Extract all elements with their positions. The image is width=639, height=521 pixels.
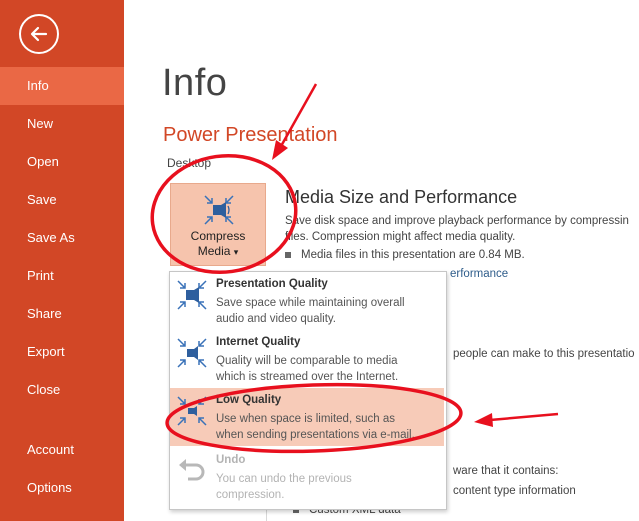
permissions-text: people can make to this presentatio bbox=[453, 348, 635, 360]
sidebar-item-print[interactable]: Print bbox=[0, 257, 124, 295]
optimize-performance-link[interactable]: erformance bbox=[450, 268, 508, 280]
chevron-down-icon: ▾ bbox=[233, 247, 239, 257]
media-desc-line2: files. Compression might affect media qu… bbox=[285, 231, 516, 243]
compress-media-icon bbox=[204, 195, 234, 225]
sidebar-item-share[interactable]: Share bbox=[0, 295, 124, 333]
compress-label-line2: Media bbox=[197, 244, 231, 258]
powerpoint-backstage: Info New Open Save Save As Print Share E… bbox=[0, 0, 639, 521]
internet-quality-icon bbox=[177, 338, 207, 368]
media-size-text: Media files in this presentation are 0.8… bbox=[301, 249, 525, 261]
back-button[interactable] bbox=[19, 14, 59, 54]
sidebar-item-new[interactable]: New bbox=[0, 105, 124, 143]
presentation-quality-icon bbox=[177, 280, 207, 310]
document-title: Power Presentation bbox=[163, 124, 338, 146]
bullet-square bbox=[285, 251, 291, 258]
menu-item-desc: Save space while maintaining overall aud… bbox=[216, 297, 405, 325]
undo-icon bbox=[179, 459, 205, 481]
menu-item-internet-quality[interactable]: Internet Quality Quality will be compara… bbox=[170, 330, 444, 388]
sidebar-item-export[interactable]: Export bbox=[0, 333, 124, 371]
inspect-text: ware that it contains: bbox=[453, 465, 559, 477]
compress-media-menu: Presentation Quality Save space while ma… bbox=[169, 271, 447, 510]
menu-item-desc: You can undo the previous compression. bbox=[216, 473, 352, 501]
arrow-left-icon bbox=[30, 26, 48, 42]
sidebar-item-account[interactable]: Account bbox=[0, 431, 124, 469]
menu-item-presentation-quality[interactable]: Presentation Quality Save space while ma… bbox=[170, 272, 444, 330]
menu-item-title: Presentation Quality bbox=[216, 278, 328, 290]
low-quality-icon bbox=[177, 396, 207, 426]
menu-item-desc: Use when space is limited, such as when … bbox=[216, 413, 415, 441]
menu-item-desc: Quality will be comparable to media whic… bbox=[216, 355, 399, 383]
menu-item-undo[interactable]: Undo You can undo the previous compressi… bbox=[170, 448, 444, 506]
compress-label-line1: Compress bbox=[190, 229, 246, 243]
menu-item-title: Undo bbox=[216, 454, 246, 466]
sidebar-item-save-as[interactable]: Save As bbox=[0, 219, 124, 257]
sidebar-item-options[interactable]: Options bbox=[0, 469, 124, 507]
media-section-description: Save disk space and improve playback per… bbox=[285, 213, 639, 245]
backstage-sidebar: Info New Open Save Save As Print Share E… bbox=[0, 0, 124, 521]
sidebar-item-open[interactable]: Open bbox=[0, 143, 124, 181]
menu-item-low-quality[interactable]: Low Quality Use when space is limited, s… bbox=[170, 388, 444, 446]
media-desc-line1: Save disk space and improve playback per… bbox=[285, 215, 629, 227]
compress-media-button[interactable]: Compress Media ▾ bbox=[170, 183, 266, 266]
menu-item-title: Internet Quality bbox=[216, 336, 301, 348]
page-title: Info bbox=[162, 62, 228, 104]
compress-media-label: Compress Media ▾ bbox=[171, 229, 265, 260]
media-section-title: Media Size and Performance bbox=[285, 187, 518, 207]
sidebar-item-close[interactable]: Close bbox=[0, 371, 124, 409]
document-location[interactable]: Desktop bbox=[167, 156, 211, 170]
menu-item-title: Low Quality bbox=[216, 394, 282, 406]
sidebar-item-save[interactable]: Save bbox=[0, 181, 124, 219]
media-size-bullet: Media files in this presentation are 0.8… bbox=[285, 249, 525, 261]
content-type-text: content type information bbox=[453, 485, 576, 497]
sidebar-item-info[interactable]: Info bbox=[0, 67, 124, 105]
